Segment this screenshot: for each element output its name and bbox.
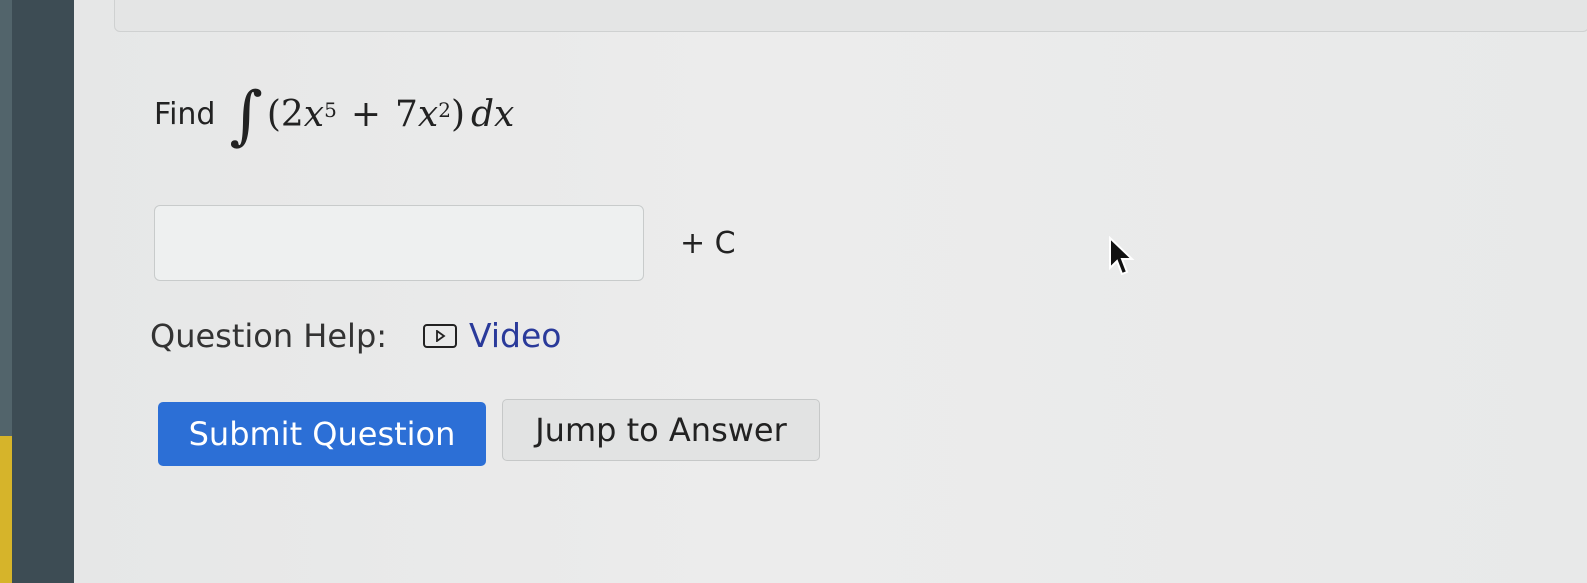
play-video-icon	[423, 323, 458, 348]
close-paren: )	[450, 93, 465, 135]
integral-expression: ∫ ( 2 x 5 + 7 x 2 ) dx	[229, 79, 515, 153]
exponent-2: 2	[438, 98, 451, 122]
question-help-label: Question Help:	[150, 316, 388, 355]
question-text: Find ∫ ( 2 x 5 + 7 x 2 ) dx	[154, 79, 515, 153]
integral-sign: ∫	[229, 79, 263, 153]
jump-to-answer-button[interactable]: Jump to Answer	[502, 399, 820, 461]
variable-2: x	[417, 93, 439, 135]
answer-input[interactable]	[154, 205, 644, 281]
screen-area: Find ∫ ( 2 x 5 + 7 x 2 ) dx + C Question…	[74, 0, 1587, 583]
constant-of-integration: + C	[680, 225, 736, 261]
mouse-pointer-icon	[1108, 235, 1138, 282]
differential: dx	[470, 93, 515, 135]
bezel-yellow-strip	[0, 436, 12, 583]
variable-1: x	[303, 93, 325, 135]
open-paren: (	[266, 93, 281, 135]
monitor-bezel	[0, 0, 74, 583]
plus-sign: +	[350, 93, 381, 135]
coefficient-2: 7	[394, 93, 418, 135]
exponent-1: 5	[324, 98, 337, 122]
question-help: Question Help: Video	[150, 316, 562, 355]
video-help-link[interactable]: Video	[423, 316, 562, 355]
coefficient-1: 2	[280, 93, 304, 135]
find-label: Find	[154, 96, 216, 132]
video-label: Video	[469, 316, 562, 355]
action-buttons: Submit Question Jump to Answer	[158, 399, 820, 466]
previous-panel-edge	[114, 0, 1587, 32]
submit-question-button[interactable]: Submit Question	[158, 402, 486, 466]
answer-row: + C	[154, 205, 736, 281]
